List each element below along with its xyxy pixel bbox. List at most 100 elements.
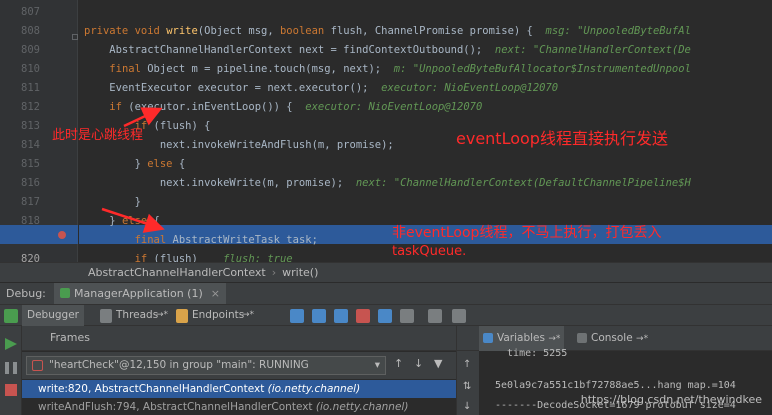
code-token: }: [84, 215, 122, 227]
stack-frame-method: writeAndFlush:794, AbstractChannelHandle…: [38, 401, 316, 413]
pin-endpoints-icon[interactable]: →*: [242, 305, 254, 327]
console-line: time: 5255: [495, 348, 568, 359]
scroll-up-icon[interactable]: ↑: [463, 359, 471, 370]
breakpoint-icon[interactable]: [58, 231, 66, 239]
pin-threads-icon[interactable]: →*: [156, 305, 168, 327]
inline-debug-value: executor: NioEventLoop@12070: [381, 82, 559, 94]
breadcrumb-class[interactable]: AbstractChannelHandlerContext: [88, 266, 266, 279]
variables-icon: [483, 333, 493, 343]
pin-variables-icon[interactable]: →*: [548, 334, 560, 344]
show-execution-point-icon[interactable]: [290, 309, 304, 323]
evaluate-expression-icon[interactable]: [428, 309, 442, 323]
next-frame-icon[interactable]: ↓: [414, 357, 423, 370]
spring-boot-icon: [60, 288, 70, 298]
console-icon: [577, 333, 587, 343]
code-token: else: [121, 215, 154, 227]
thread-status-icon: [32, 360, 43, 371]
code-line[interactable]: if (executor.inEventLoop()) { executor: …: [84, 98, 482, 117]
pause-icon[interactable]: [5, 362, 9, 374]
current-line-gutter-highlight: [0, 225, 78, 244]
variables-console-panel: Variables →* Console →* ↑ ⇅ ↓ time: 5255…: [456, 326, 772, 415]
code-token: (flush): [153, 253, 224, 262]
code-line[interactable]: next.invokeWrite(m, promise); next: "Cha…: [84, 174, 691, 193]
tab-endpoints[interactable]: Endpoints: [192, 305, 244, 327]
threads-icon: [100, 309, 112, 323]
code-line[interactable]: private void write(Object msg, boolean f…: [84, 22, 691, 41]
thread-select[interactable]: "heartCheck"@12,150 in group "main": RUN…: [26, 356, 386, 375]
code-token: (Object msg,: [197, 25, 280, 37]
tab-console[interactable]: Console →*: [573, 326, 652, 351]
code-token: {: [153, 215, 160, 227]
breadcrumb: AbstractChannelHandlerContext › write(): [0, 262, 772, 282]
annotation-eventloop-direct: eventLoop线程直接执行发送: [456, 129, 668, 148]
code-token: boolean: [279, 25, 331, 37]
tab-debugger[interactable]: Debugger: [22, 305, 84, 327]
code-line[interactable]: } else {: [84, 212, 160, 231]
code-line[interactable]: if (flush) flush: true: [84, 250, 293, 262]
code-line[interactable]: final Object m = pipeline.touch(msg, nex…: [84, 60, 691, 79]
thread-select-value: "heartCheck"@12,150 in group "main": RUN…: [49, 359, 309, 371]
drop-frame-icon[interactable]: [400, 309, 414, 323]
step-out-icon[interactable]: [378, 309, 392, 323]
force-step-into-icon[interactable]: [356, 309, 370, 323]
debug-side-toolbar: [0, 326, 22, 415]
line-number: 816: [21, 177, 40, 189]
stack-frame-row[interactable]: writeAndFlush:794, AbstractChannelHandle…: [22, 398, 456, 415]
chevron-right-icon: ›: [271, 266, 277, 279]
frames-panel: Frames "heartCheck"@12,150 in group "mai…: [22, 326, 456, 415]
code-line[interactable]: EventExecutor executor = next.executor()…: [84, 79, 558, 98]
watermark: https://blog.csdn.net/thewindkee: [580, 393, 762, 406]
code-token: if: [134, 253, 154, 262]
console-line: 5e0la9c7a551c1bf72788ae5...hang map.=104: [495, 380, 736, 391]
previous-frame-icon[interactable]: ↑: [394, 357, 403, 370]
line-number: 810: [21, 63, 40, 75]
code-token: final: [134, 234, 173, 246]
code-token: write: [166, 25, 198, 37]
line-number: 807: [21, 6, 40, 18]
inline-debug-value: executor: NioEventLoop@12070: [305, 101, 483, 113]
rerun-icon[interactable]: [4, 309, 18, 323]
code-token: {: [178, 158, 186, 170]
fold-marker-icon[interactable]: [72, 34, 78, 40]
code-token: flush, ChannelPromise promise) {: [330, 25, 546, 37]
resume-icon[interactable]: [5, 338, 17, 350]
code-line[interactable]: AbstractChannelHandlerContext next = fin…: [84, 41, 691, 60]
breadcrumb-method[interactable]: write(): [282, 266, 318, 279]
code-token: (flush) {: [153, 120, 211, 132]
debug-tool-window-header: Debug: ManagerApplication (1) ×: [0, 282, 772, 305]
code-token: AbstractWriteTask task;: [172, 234, 318, 246]
code-line[interactable]: } else {: [84, 155, 186, 174]
inline-debug-value: msg: "UnpooledByteBufAl: [545, 25, 691, 37]
pin-console-icon[interactable]: →*: [636, 334, 648, 344]
step-over-icon[interactable]: [312, 309, 326, 323]
code-editor[interactable]: 8078088098108118128138148158168178188198…: [0, 0, 772, 262]
run-config-tab[interactable]: ManagerApplication (1) ×: [54, 283, 226, 305]
stack-frame-package: (io.netty.channel): [315, 401, 409, 413]
code-line[interactable]: }: [84, 193, 141, 212]
settings-icon[interactable]: [452, 309, 466, 323]
filter-icon[interactable]: ▼: [434, 357, 442, 370]
tab-variables-label: Variables: [497, 332, 545, 344]
stack-frame-row[interactable]: write:820, AbstractChannelHandlerContext…: [22, 380, 456, 398]
sort-icon[interactable]: ⇅: [463, 381, 471, 392]
step-into-icon[interactable]: [334, 309, 348, 323]
line-number: 815: [21, 158, 40, 170]
inline-debug-value: m: "UnpooledByteBufAllocator$Instrumente…: [393, 63, 691, 75]
code-line[interactable]: final AbstractWriteTask task;: [84, 231, 318, 250]
chevron-down-icon: ▾: [374, 359, 380, 371]
annotation-heartbeat-thread: 此时是心跳线程: [52, 128, 144, 143]
close-tab-icon[interactable]: ×: [211, 287, 220, 300]
code-token: final: [109, 63, 148, 75]
stop-icon[interactable]: [5, 384, 17, 396]
scroll-down-icon[interactable]: ↓: [463, 401, 471, 412]
line-number: 814: [21, 139, 40, 151]
code-token: next.invokeWrite(m, promise);: [84, 177, 356, 189]
tab-threads[interactable]: Threads: [116, 305, 158, 327]
debug-toolbar: Debugger Threads →* Endpoints →*: [0, 304, 772, 327]
console-side-toolbar: ↑ ⇅ ↓: [457, 351, 479, 415]
line-number: 813: [21, 120, 40, 132]
